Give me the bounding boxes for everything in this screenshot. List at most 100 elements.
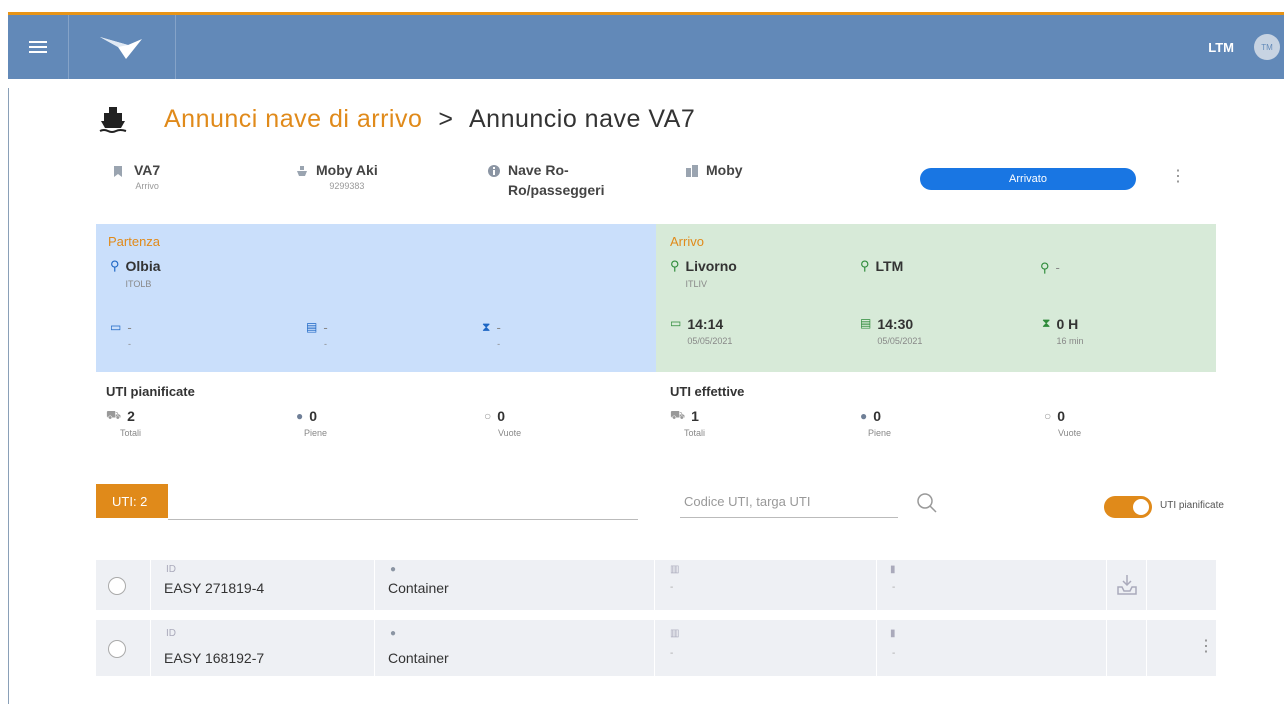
ship-info: Moby Aki 9299383 <box>296 162 378 191</box>
breadcrumb-parent-link[interactable]: Annunci nave di arrivo <box>164 105 422 134</box>
departure-time-2-date: - <box>324 339 328 349</box>
voyage-status: Arrivo <box>135 181 159 191</box>
status-badge[interactable]: Arrivato <box>920 168 1136 190</box>
uti-planned-empty-value: 0 <box>497 408 506 424</box>
more-options-icon[interactable]: ⋮ <box>1170 169 1186 185</box>
calendar-filled-icon: ▤ <box>860 316 872 330</box>
ship-type-line2: Ro/passeggeri <box>508 182 605 198</box>
left-border <box>8 88 9 704</box>
uti-id: EASY 168192-7 <box>164 650 265 666</box>
uti-planned-full-value: 0 <box>309 408 318 424</box>
arrival-label: Arrivo <box>670 234 704 249</box>
arrival-terminal: ⚲ LTM <box>860 258 903 274</box>
calendar-filled-icon: ▤ <box>306 320 318 334</box>
hourglass-icon: ⧗ <box>1042 316 1051 330</box>
row-select-cell <box>96 620 151 676</box>
search-icon[interactable] <box>916 492 938 514</box>
voyage-info: VA7 Arrivo <box>114 162 160 191</box>
breadcrumb-current: Annuncio nave VA7 <box>468 104 696 133</box>
departure-panel: Partenza ⚲ Olbia ITOLB ▭ - - ▤ - - ⧗ - - <box>96 224 656 372</box>
ship-type-line1: Nave Ro- <box>508 162 569 178</box>
arrival-port-code: ITLIV <box>685 279 708 289</box>
ship-imo: 9299383 <box>329 181 365 191</box>
truck-icon: ⛟ <box>670 408 686 422</box>
uti-planned-total-label: Totali <box>120 428 142 438</box>
arrival-panel: Arrivo ⚲ Livorno ITLIV ⚲ LTM ⚲ - ▭ 14:14… <box>656 224 1216 372</box>
id-cell: ID EASY 271819-4 <box>150 560 375 610</box>
departure-port: Olbia <box>125 258 161 274</box>
departure-time-1-value: - <box>127 320 132 335</box>
id-cell: ID EASY 168192-7 <box>150 620 375 676</box>
departure-port-code: ITOLB <box>125 279 152 289</box>
ship-icon <box>99 107 127 133</box>
calendar-icon: ▭ <box>110 320 122 334</box>
type-cell: ● Container <box>374 620 655 676</box>
avatar[interactable]: TM <box>1254 34 1280 60</box>
arrival-berth: ⚲ - <box>1040 260 1060 276</box>
uti-actual-total-value: 1 <box>691 408 699 424</box>
uti-planned-empty-label: Vuote <box>498 428 522 438</box>
terminal-name: LTM <box>875 258 904 274</box>
row-radio[interactable] <box>108 640 126 658</box>
unload-icon[interactable] <box>1116 574 1138 596</box>
arrival-time-1-date: 05/05/2021 <box>687 336 733 346</box>
uti-actual-full-value: 0 <box>873 408 882 424</box>
uti-planned-empty: ○ 0 Vuote <box>484 408 521 438</box>
search-input[interactable]: Codice UTI, targa UTI <box>680 486 898 518</box>
company-cell: ▥ - <box>654 560 877 610</box>
info-icon <box>488 162 502 198</box>
uti-actual-empty-value: 0 <box>1057 408 1066 424</box>
departure-duration-sub: - <box>497 339 501 349</box>
page-title: Annunci nave di arrivo > Annuncio nave V… <box>98 104 695 134</box>
uti-actual-total-label: Totali <box>684 428 706 438</box>
uti-type: Container <box>388 580 449 596</box>
table-row[interactable]: ID EASY 271819-4 ● Container ▥ - ▮ - <box>96 560 1216 610</box>
app-logo[interactable] <box>69 15 176 79</box>
voyage-value: - <box>892 648 896 659</box>
app-frame: LTM TM Annunci nave di arrivo > Annuncio… <box>0 0 1284 704</box>
location-pin-icon: ⚲ <box>860 258 870 273</box>
departure-duration-value: - <box>496 320 501 335</box>
ship-small-icon <box>296 162 310 191</box>
voyage-code: VA7 <box>134 162 161 178</box>
arrival-time-2-date: 05/05/2021 <box>877 336 923 346</box>
uti-actual-empty-label: Vuote <box>1058 428 1082 438</box>
user-code[interactable]: LTM <box>1208 40 1234 55</box>
empty-circle-icon: ○ <box>1044 409 1052 423</box>
row-select-cell <box>96 560 151 610</box>
map-marker-icon: ⚲ <box>1040 260 1050 275</box>
calendar-icon: ▭ <box>670 316 682 330</box>
departure-duration: ⧗ - - <box>482 320 501 349</box>
toggle-knob <box>1133 499 1149 515</box>
logo-icon <box>100 37 142 59</box>
table-row[interactable]: ID EASY 168192-7 ● Container ▥ - ▮ - ⋮ <box>96 620 1216 676</box>
uti-actual-full: ● 0 Piene <box>860 408 891 438</box>
tab-uti[interactable]: UTI: 2 <box>96 484 168 518</box>
arrival-location: ⚲ Livorno ITLIV <box>670 258 737 289</box>
row-radio[interactable] <box>108 577 126 595</box>
tab-underline <box>168 519 638 520</box>
row-more-options-icon[interactable]: ⋮ <box>1198 639 1214 655</box>
bookmark-icon <box>114 162 128 191</box>
top-bar: LTM TM <box>8 12 1284 79</box>
uti-actual-title: UTI effettive <box>670 384 745 399</box>
building-icon: ▥ <box>670 564 680 575</box>
uti-planned-toggle[interactable] <box>1104 496 1152 518</box>
ship-name: Moby Aki <box>316 162 378 178</box>
building-icon: ▥ <box>670 628 680 639</box>
hamburger-icon <box>29 38 47 56</box>
uti-planned-total-value: 2 <box>127 408 135 424</box>
uti-id: EASY 271819-4 <box>164 580 265 596</box>
arrival-duration-value: 0 H <box>1056 316 1079 332</box>
departure-time-2: ▤ - - <box>306 320 328 349</box>
action-cell <box>1106 560 1147 610</box>
info-icon: ● <box>390 628 397 639</box>
uti-planned-title: UTI pianificate <box>106 384 195 399</box>
location-pin-icon: ⚲ <box>110 258 120 273</box>
uti-planned-full-label: Piene <box>304 428 328 438</box>
ship-type-info: Nave Ro- Ro/passeggeri <box>488 162 604 198</box>
company-value: - <box>670 582 674 593</box>
id-label: ID <box>166 628 176 639</box>
uti-planned-total: ⛟ 2 Totali <box>106 408 141 438</box>
menu-button[interactable] <box>8 15 69 79</box>
